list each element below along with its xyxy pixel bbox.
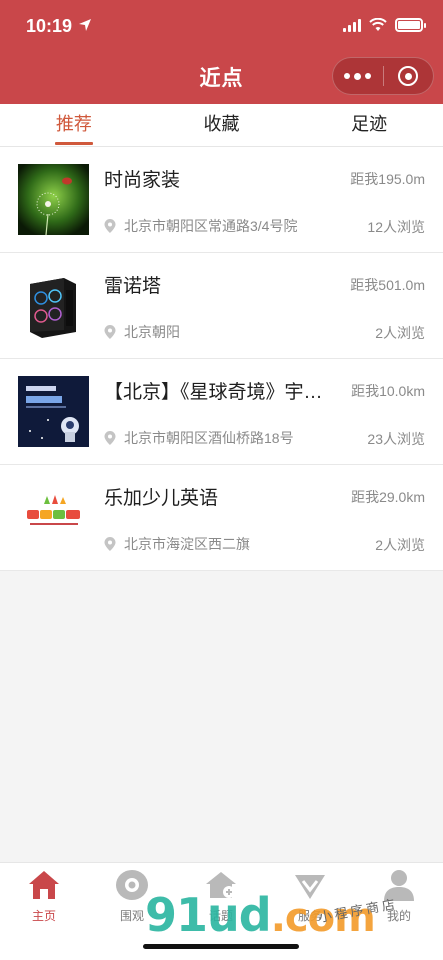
- dandelion-photo-icon: [18, 164, 89, 235]
- miniprogram-capsule: [332, 57, 434, 95]
- tab-favorites[interactable]: 收藏: [148, 104, 296, 146]
- map-pin-icon: [104, 537, 116, 551]
- list-item[interactable]: 时尚家装 距我195.0m 北京市朝阳区常通路3/4号院 12人浏览: [0, 147, 443, 253]
- item-title: 乐加少儿英语: [104, 488, 219, 509]
- list-item[interactable]: 乐加少儿英语 距我29.0km 北京市海淀区西二旗 2人浏览: [0, 465, 443, 571]
- map-pin-icon: [104, 219, 116, 233]
- home-indicator: [143, 944, 299, 949]
- place-list: 时尚家装 距我195.0m 北京市朝阳区常通路3/4号院 12人浏览 雷诺塔 距…: [0, 147, 443, 571]
- tab-history[interactable]: 足迹: [295, 104, 443, 146]
- item-views: 2人浏览: [375, 325, 425, 341]
- item-title: 雷诺塔: [104, 276, 162, 297]
- item-distance: 距我501.0m: [350, 277, 425, 293]
- item-address: 北京市海淀区西二旗: [124, 536, 250, 552]
- item-thumbnail: [18, 376, 89, 447]
- map-pin-icon: [104, 325, 116, 339]
- item-address: 北京朝阳: [124, 324, 180, 340]
- item-distance: 距我195.0m: [350, 171, 425, 187]
- item-address-row: 北京市朝阳区酒仙桥路18号: [104, 428, 294, 448]
- map-pin-icon: [104, 431, 116, 445]
- tabbar-home[interactable]: 主页: [0, 867, 88, 924]
- close-miniprogram-button[interactable]: [383, 58, 433, 94]
- item-address: 北京市朝阳区常通路3/4号院: [124, 218, 298, 234]
- list-item[interactable]: 【北京】《星球奇境》宇宙探索 距我10.0km 北京市朝阳区酒仙桥路18号 23…: [0, 359, 443, 465]
- wifi-icon: [369, 18, 387, 31]
- item-views: 23人浏览: [367, 431, 425, 447]
- watermark-text: 91ud: [145, 888, 272, 942]
- planet-poster-icon: [18, 376, 89, 447]
- status-indicators: [343, 18, 426, 32]
- item-views: 12人浏览: [367, 219, 425, 235]
- battery-icon: [395, 18, 426, 32]
- kids-english-logo-icon: [18, 482, 89, 553]
- signal-icon: [343, 18, 361, 32]
- item-title: 时尚家装: [104, 170, 181, 191]
- location-arrow-icon: [79, 19, 91, 31]
- item-thumbnail: [18, 164, 89, 235]
- status-time: 10:19: [26, 16, 73, 36]
- item-thumbnail: [18, 482, 89, 553]
- top-bar: 10:19 近点: [0, 0, 443, 104]
- list-item[interactable]: 雷诺塔 距我501.0m 北京朝阳 2人浏览: [0, 253, 443, 359]
- item-title: 【北京】《星球奇境》宇宙探索: [104, 382, 336, 403]
- home-icon: [29, 871, 59, 899]
- tabbar-label: 主页: [31, 909, 56, 923]
- status-bar: 10:19: [0, 0, 443, 52]
- pc-case-photo-icon: [18, 270, 89, 341]
- item-address-row: 北京朝阳: [104, 322, 180, 342]
- item-address: 北京市朝阳区酒仙桥路18号: [124, 430, 294, 446]
- item-address-row: 北京市朝阳区常通路3/4号院: [104, 216, 297, 236]
- item-distance: 距我29.0km: [351, 489, 425, 505]
- target-icon: [398, 66, 419, 86]
- item-views: 2人浏览: [375, 537, 425, 553]
- category-tabs: 推荐 收藏 足迹: [0, 104, 443, 147]
- item-thumbnail: [18, 270, 89, 341]
- item-distance: 距我10.0km: [351, 383, 425, 399]
- more-button[interactable]: [333, 58, 383, 94]
- item-address-row: 北京市海淀区西二旗: [104, 534, 250, 554]
- tab-recommend[interactable]: 推荐: [0, 104, 148, 146]
